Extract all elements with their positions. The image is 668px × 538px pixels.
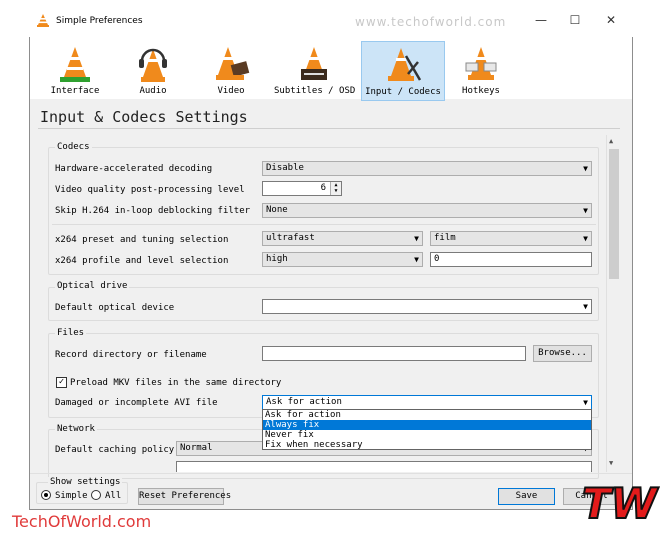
optical-group-label: Optical drive	[55, 281, 130, 291]
avi-option-always-fix[interactable]: Always fix	[263, 420, 591, 430]
chevron-down-icon: ▼	[583, 398, 588, 407]
skip-h264-select[interactable]: None ▼	[262, 203, 592, 218]
avi-label: Damaged or incomplete AVI file	[55, 398, 218, 408]
tw-logo-icon: TW	[581, 478, 660, 528]
hotkeys-cone-icon	[465, 47, 497, 80]
avi-select[interactable]: Ask for action ▼	[262, 395, 592, 410]
x264-level-input[interactable]: 0	[430, 252, 592, 267]
video-cone-icon	[216, 47, 250, 80]
maximize-button[interactable]: ☐	[560, 10, 590, 30]
x264-profile-label: x264 profile and level selection	[55, 256, 229, 266]
chevron-down-icon: ▼	[414, 234, 419, 243]
simple-radio-label: Simple	[55, 491, 88, 501]
codecs-divider	[52, 224, 596, 225]
scroll-down-icon[interactable]: ▼	[609, 459, 613, 467]
tab-label: Hotkeys	[462, 86, 500, 96]
x264-profile-select[interactable]: high ▼	[262, 252, 423, 267]
brand-watermark-text: TechOfWorld.com	[12, 512, 152, 531]
quality-spinbox[interactable]: 6 ▲ ▼	[262, 181, 342, 196]
x264-tune-value: film	[434, 233, 456, 243]
chevron-down-icon: ▼	[583, 164, 588, 173]
tab-audio[interactable]: Audio	[124, 41, 182, 99]
browse-button[interactable]: Browse...	[533, 345, 592, 362]
tab-label: Subtitles / OSD	[274, 86, 356, 96]
minimize-button[interactable]: —	[526, 10, 556, 30]
skip-h264-value: None	[266, 205, 288, 215]
optical-device-select[interactable]: ▼	[262, 299, 592, 314]
preload-mkv-checkbox[interactable]: ✓	[56, 377, 67, 388]
preload-mkv-label: Preload MKV files in the same directory	[70, 378, 282, 388]
tab-subtitles-osd[interactable]: Subtitles / OSD	[274, 41, 356, 99]
caching-value: Normal	[180, 443, 213, 453]
quality-value: 6	[320, 183, 326, 193]
vlc-cone-icon	[37, 14, 49, 27]
spin-arrows-icon[interactable]: ▲ ▼	[330, 182, 341, 195]
x264-preset-select[interactable]: ultrafast ▼	[262, 231, 423, 246]
hw-decoding-value: Disable	[266, 163, 304, 173]
tab-hotkeys[interactable]: Hotkeys	[452, 41, 510, 99]
chevron-down-icon: ▼	[414, 255, 419, 264]
codecs-group-label: Codecs	[55, 142, 92, 152]
title-divider	[38, 128, 620, 129]
caching-label: Default caching policy	[55, 445, 175, 455]
x264-preset-value: ultrafast	[266, 233, 315, 243]
scrollbar-thumb[interactable]	[609, 149, 619, 279]
page-title: Input & Codecs Settings	[40, 108, 248, 126]
avi-option-ask[interactable]: Ask for action	[263, 410, 591, 420]
tab-label: Video	[217, 86, 245, 96]
all-radio-label: All	[105, 491, 122, 501]
avi-option-fix-when-necessary[interactable]: Fix when necessary	[263, 440, 591, 450]
close-button[interactable]: ✕	[596, 10, 626, 30]
tab-video[interactable]: Video	[202, 41, 260, 99]
files-group-label: Files	[55, 328, 87, 338]
audio-cone-icon	[139, 48, 167, 82]
network-group-label: Network	[55, 424, 97, 434]
save-button[interactable]: Save	[498, 488, 555, 505]
reset-preferences-button[interactable]: Reset Preferences	[138, 488, 231, 505]
simple-radio[interactable]	[41, 490, 51, 500]
tab-label: Input / Codecs	[365, 87, 441, 97]
optical-device-label: Default optical device	[55, 303, 175, 313]
x264-level-value: 0	[434, 254, 440, 264]
proxy-input[interactable]	[176, 461, 592, 472]
chevron-down-icon: ▼	[583, 234, 588, 243]
record-path-input[interactable]	[262, 346, 526, 361]
scroll-up-icon[interactable]: ▲	[609, 137, 613, 145]
avi-dropdown-list: Ask for action Always fix Never fix Fix …	[262, 409, 592, 450]
x264-profile-value: high	[266, 254, 288, 264]
svg-text:TW: TW	[582, 479, 660, 528]
all-radio[interactable]	[91, 490, 101, 500]
window-title: Simple Preferences	[56, 16, 143, 26]
x264-preset-label: x264 preset and tuning selection	[55, 235, 229, 245]
watermark-text: www.techofworld.com	[355, 15, 507, 29]
input-codecs-cone-icon	[388, 48, 422, 81]
record-label: Record directory or filename	[55, 350, 207, 360]
avi-option-never-fix[interactable]: Never fix	[263, 430, 591, 440]
avi-value: Ask for action	[266, 397, 342, 407]
hw-decoding-label: Hardware-accelerated decoding	[55, 164, 213, 174]
quality-label: Video quality post-processing level	[55, 185, 245, 195]
chevron-down-icon: ▼	[583, 302, 588, 311]
skip-h264-label: Skip H.264 in-loop deblocking filter	[55, 206, 251, 216]
footer-divider	[30, 473, 632, 474]
tab-input-codecs[interactable]: Input / Codecs	[361, 41, 445, 101]
tab-label: Audio	[139, 86, 167, 96]
x264-tune-select[interactable]: film ▼	[430, 231, 592, 246]
interface-cone-icon	[60, 47, 90, 82]
show-settings-label: Show settings	[48, 477, 123, 487]
subtitles-cone-icon	[301, 47, 327, 80]
tab-interface[interactable]: Interface	[46, 41, 104, 99]
hw-decoding-select[interactable]: Disable ▼	[262, 161, 592, 176]
chevron-down-icon: ▼	[583, 206, 588, 215]
tab-label: Interface	[50, 86, 100, 96]
